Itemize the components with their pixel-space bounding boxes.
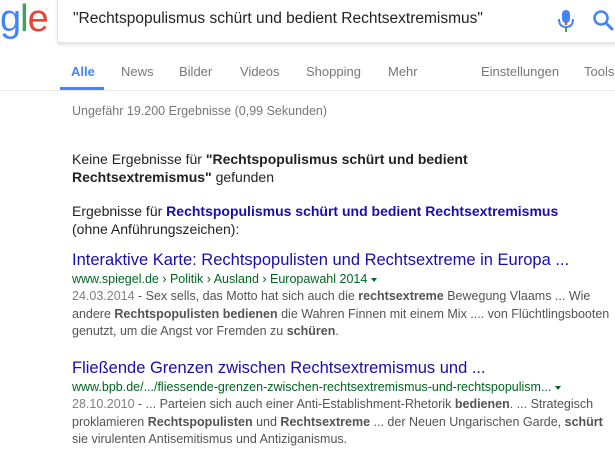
search-icon[interactable] <box>592 9 614 31</box>
no-results-message: Keine Ergebnisse für "Rechtspopulismus s… <box>72 151 468 185</box>
snippet-text: sie virulenten Antisemitismus und Antizi… <box>72 432 348 446</box>
snippet-highlight: bedienen <box>454 397 510 411</box>
search-input[interactable] <box>73 6 543 32</box>
snippet-highlight: schürt <box>564 414 603 429</box>
result-snippet: 28.10.2010 - ... Parteien sich auch eine… <box>72 397 603 446</box>
search-result: Fließende Grenzen zwischen Rechtsextremi… <box>72 358 612 449</box>
tab-news[interactable]: News <box>121 64 154 79</box>
search-box <box>57 0 615 43</box>
tab-bilder[interactable]: Bilder <box>179 64 212 79</box>
tab-mehr[interactable]: Mehr <box>388 64 418 79</box>
tab-einstellungen[interactable]: Einstellungen <box>481 64 559 79</box>
snippet-highlight: rechtsextreme <box>358 289 444 303</box>
snippet-highlight: schüren <box>286 324 336 338</box>
dropdown-caret-icon[interactable] <box>555 385 562 390</box>
snippet-highlight: Rechtspopulisten bedienen <box>114 306 278 321</box>
result-url: www.bpb.de/.../fliessende-grenzen-zwisch… <box>72 379 612 396</box>
snippet-text: - ... Parteien sich auch einer Anti-Esta… <box>134 397 455 411</box>
google-logo[interactable]: gle <box>0 0 49 41</box>
microphone-icon[interactable] <box>556 8 576 34</box>
tab-shopping[interactable]: Shopping <box>306 64 361 79</box>
alternative-results-message: Ergebnisse für Rechtspopulismus schürt u… <box>72 203 559 237</box>
alternative-query-link[interactable]: Rechtspopulismus schürt und bedient Rech… <box>166 203 558 219</box>
snippet-highlight: Rechtspopulisten <box>147 414 253 429</box>
snippet-text: . <box>335 324 339 338</box>
search-result: Interaktive Karte: Rechtspopulisten und … <box>72 250 612 341</box>
snippet-highlight: Rechtsextreme <box>280 414 371 429</box>
tab-tools[interactable]: Tools <box>584 64 614 79</box>
result-snippet: 24.03.2014 - Sex sells, das Motto hat si… <box>72 289 610 338</box>
dropdown-caret-icon[interactable] <box>371 277 378 282</box>
result-stats: Ungefähr 19.200 Ergebnisse (0,99 Sekunde… <box>72 104 328 118</box>
result-url: www.spiegel.de › Politik › Ausland › Eur… <box>72 271 612 288</box>
snippet-text: - Sex sells, das Motto hat sich auch die <box>134 289 359 303</box>
search-tabs: Alle News Bilder Videos Shopping Mehr Ei… <box>0 56 615 91</box>
snippet-text: und <box>252 414 281 429</box>
tab-videos[interactable]: Videos <box>240 64 280 79</box>
active-tab-indicator <box>60 87 104 90</box>
result-title-link[interactable]: Interaktive Karte: Rechtspopulisten und … <box>72 250 612 271</box>
result-title-link[interactable]: Fließende Grenzen zwischen Rechtsextremi… <box>72 358 612 379</box>
snippet-text: ... der Neuen Ungarischen Garde, <box>370 414 565 429</box>
tab-alle[interactable]: Alle <box>71 64 95 79</box>
